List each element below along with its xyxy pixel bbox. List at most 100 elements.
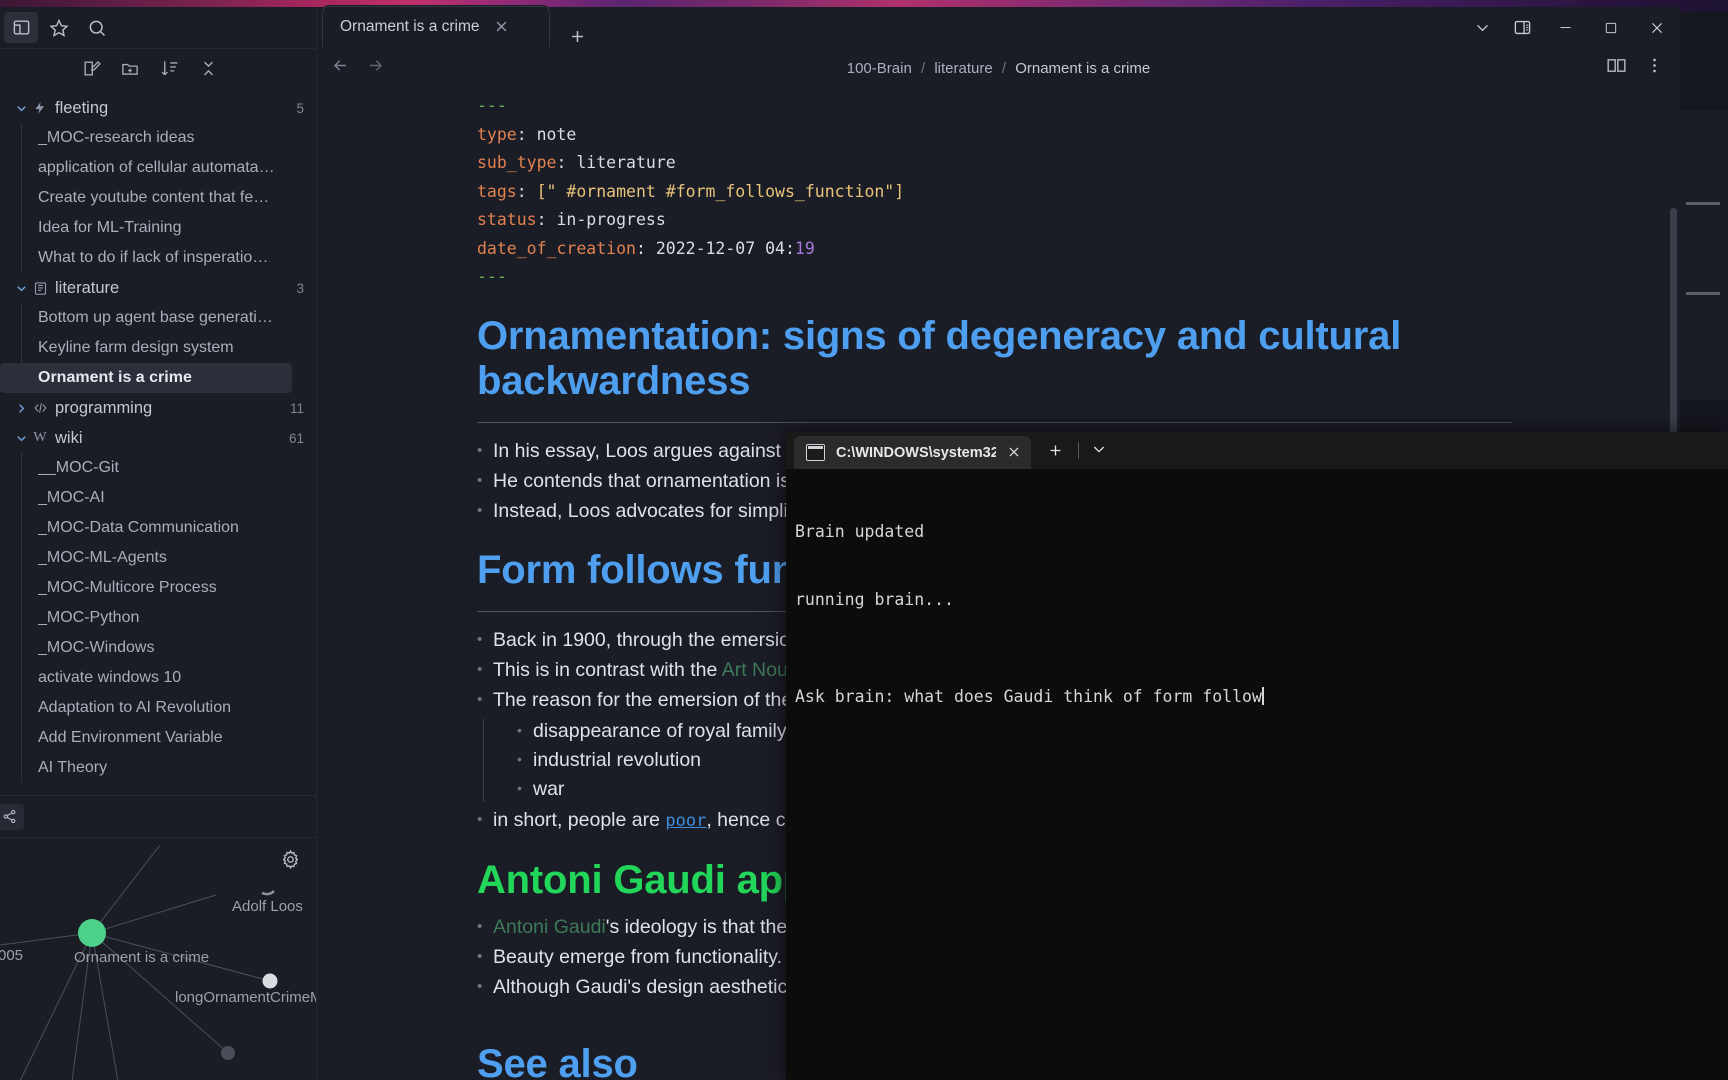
list-item[interactable]: _MOC-Data Communication	[0, 513, 292, 543]
terminal-tab-cmd[interactable]: C:\WINDOWS\system32\cmd.	[794, 436, 1031, 469]
list-item[interactable]: Idea for ML-Training	[0, 213, 292, 243]
minimize-button[interactable]	[1542, 11, 1588, 45]
breadcrumb-item-current[interactable]: Ornament is a crime	[1015, 60, 1150, 77]
chevron-down-icon[interactable]	[12, 99, 30, 117]
chevron-down-icon[interactable]	[12, 279, 30, 297]
graph-node-label: Adolf Loos	[232, 898, 303, 915]
left-sidebar: fleeting 5 _MOC-research ideas applicati…	[0, 7, 318, 1080]
tree-group-programming[interactable]: programming 11	[0, 393, 316, 423]
list-item[interactable]: Add Environment Variable	[0, 723, 292, 753]
tree-children-wiki: __MOC-Git _MOC-AI _MOC-Data Communicatio…	[0, 453, 316, 783]
group-count: 5	[296, 100, 304, 116]
gear-icon[interactable]	[280, 849, 302, 871]
code-icon	[30, 399, 50, 417]
split-right-icon[interactable]	[1502, 11, 1542, 45]
chevron-down-icon[interactable]	[1091, 441, 1107, 462]
chevron-right-icon[interactable]	[12, 399, 30, 417]
breadcrumb-item[interactable]: 100-Brain	[847, 60, 912, 77]
search-icon[interactable]	[80, 12, 114, 43]
chevron-down-icon[interactable]	[1462, 11, 1502, 45]
internal-link-antoni-gaudi[interactable]: Antoni Gaudi	[493, 916, 606, 938]
close-icon[interactable]	[494, 19, 510, 35]
plus-icon[interactable]	[1047, 442, 1064, 463]
list-item[interactable]: Bottom up agent base generative ...	[0, 303, 292, 333]
terminal-prompt-line[interactable]: Ask brain: what does Gaudi think of form…	[795, 686, 1728, 709]
terminal-tab-title: C:\WINDOWS\system32\cmd.	[836, 444, 996, 461]
more-options-icon[interactable]	[1645, 56, 1664, 80]
tree-group-wiki[interactable]: W wiki 61	[0, 423, 316, 453]
arrow-right-icon[interactable]	[366, 56, 385, 80]
divider	[477, 421, 1512, 423]
list-item[interactable]: _MOC-Windows	[0, 633, 292, 663]
terminal-output[interactable]: Brain updated running brain... Ask brain…	[786, 469, 1728, 754]
list-item[interactable]: _MOC-ML-Agents	[0, 543, 292, 573]
plus-icon[interactable]	[565, 24, 589, 48]
book-icon	[30, 279, 50, 297]
w-icon: W	[33, 430, 47, 445]
window-controls	[1462, 7, 1680, 48]
screen-root: fleeting 5 _MOC-research ideas applicati…	[0, 0, 1728, 1080]
document-actions	[1606, 55, 1664, 81]
terminal-window[interactable]: C:\WINDOWS\system32\cmd. Brain updated r…	[786, 432, 1728, 1080]
close-button[interactable]	[1634, 11, 1680, 45]
graph-icon[interactable]	[0, 803, 24, 830]
terminal-tab-bar: C:\WINDOWS\system32\cmd.	[786, 432, 1728, 469]
list-item[interactable]: Keyline farm design system	[0, 333, 292, 363]
group-count: 11	[289, 400, 304, 416]
background-line	[1686, 202, 1720, 205]
list-item[interactable]: AI Theory	[0, 753, 292, 783]
divider	[1078, 442, 1079, 459]
chevron-down-icon[interactable]	[12, 429, 30, 447]
close-icon[interactable]	[1007, 445, 1023, 461]
graph-canvas[interactable]: Ornament is a crime Adolf Loos longOrnam…	[0, 837, 316, 1080]
star-icon[interactable]	[42, 12, 76, 43]
graph-node-label: Ornament is a crime	[74, 949, 210, 966]
section-heading-ornamentation: Ornamentation: signs of degeneracy and c…	[477, 313, 1402, 403]
frontmatter-field-type: type: note	[477, 124, 577, 144]
files-icon[interactable]	[4, 12, 38, 43]
new-note-icon[interactable]	[78, 55, 104, 81]
tree-children-literature: Bottom up agent base generative ... Keyl…	[0, 303, 316, 393]
tree-group-literature[interactable]: literature 3	[0, 273, 316, 303]
tab-title: Ornament is a crime	[340, 17, 480, 35]
graph-node	[262, 973, 278, 989]
text-cursor	[1261, 687, 1264, 705]
list-item[interactable]: application of cellular automata in...	[0, 153, 292, 183]
code-link-poor[interactable]: poor	[665, 811, 706, 831]
breadcrumb: 100-Brain / literature / Ornament is a c…	[317, 60, 1680, 77]
group-label: wiki	[55, 428, 83, 447]
list-item[interactable]: _MOC-Python	[0, 603, 292, 633]
graph-node	[221, 1046, 235, 1060]
tab-ornament-is-a-crime[interactable]: Ornament is a crime	[321, 5, 551, 48]
list-item[interactable]: __MOC-Git	[0, 453, 292, 483]
list-item-selected[interactable]: Ornament is a crime	[0, 363, 292, 393]
list-item[interactable]: What to do if lack of insperation i...	[0, 243, 292, 273]
background-line	[1686, 292, 1720, 295]
terminal-line: Brain updated	[795, 522, 925, 541]
sort-icon[interactable]	[156, 55, 182, 81]
arrow-left-icon[interactable]	[331, 56, 350, 80]
lightning-icon	[30, 99, 50, 117]
document-header: 100-Brain / literature / Ornament is a c…	[317, 48, 1680, 88]
list-item[interactable]: _MOC-research ideas	[0, 123, 292, 153]
breadcrumb-item[interactable]: literature	[934, 60, 992, 77]
list-item[interactable]: _MOC-AI	[0, 483, 292, 513]
file-tree[interactable]: fleeting 5 _MOC-research ideas applicati…	[0, 89, 316, 799]
frontmatter-field-tags: tags: [" #ornament #form_follows_functio…	[477, 181, 905, 201]
tree-group-fleeting[interactable]: fleeting 5	[0, 93, 316, 123]
list-item[interactable]: activate windows 10	[0, 663, 292, 693]
reading-view-icon[interactable]	[1606, 55, 1627, 81]
frontmatter-field-status: status: in-progress	[477, 210, 666, 229]
breadcrumb-separator: /	[1001, 59, 1007, 77]
graph-node-label: longOrnamentCrimeM	[175, 989, 316, 1006]
list-item[interactable]: Adaptation to AI Revolution	[0, 693, 292, 723]
list-item[interactable]: Create youtube content that featu...	[0, 183, 292, 213]
collapse-icon[interactable]	[195, 55, 221, 81]
maximize-button[interactable]	[1588, 11, 1634, 45]
cmd-icon	[806, 444, 825, 461]
frontmatter-close: ---	[477, 267, 507, 286]
graph-pane-header	[0, 796, 316, 838]
graph-view-pane: Ornament is a crime Adolf Loos longOrnam…	[0, 795, 316, 1080]
new-folder-icon[interactable]	[117, 55, 143, 81]
list-item[interactable]: _MOC-Multicore Process	[0, 573, 292, 603]
